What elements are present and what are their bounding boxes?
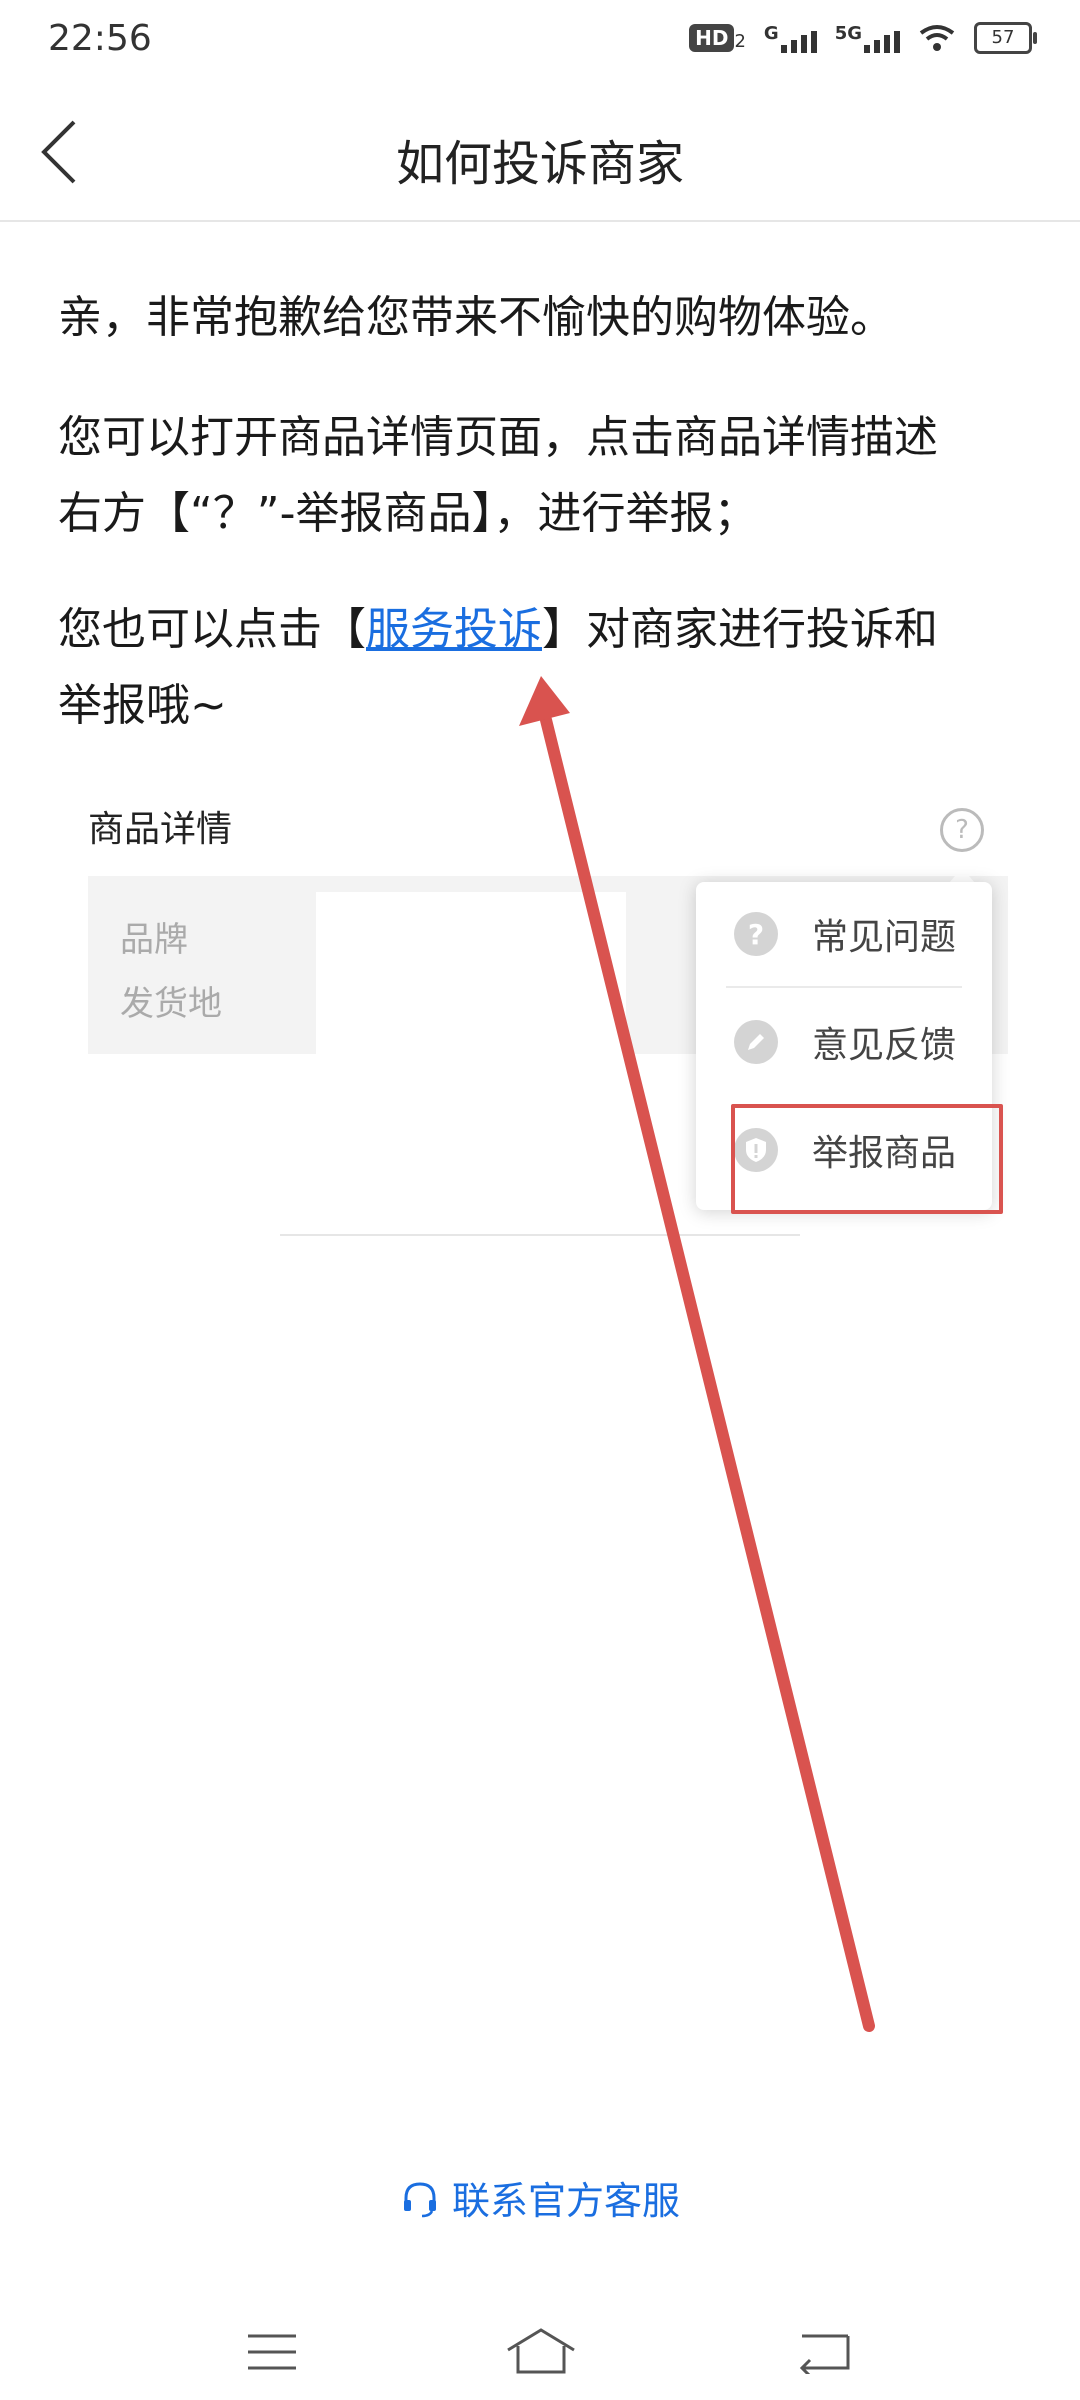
battery-icon: 57 — [974, 22, 1037, 54]
paragraph-line: 您可以打开商品详情页面，点击商品详情描述 — [58, 412, 938, 463]
hd-badge: HD 2 — [689, 24, 746, 52]
annotation-highlight-box — [731, 1104, 1003, 1214]
paragraph-apology: 亲，非常抱歉给您带来不愉快的购物体验。 — [58, 292, 894, 343]
illustration-placeholder — [316, 892, 626, 1062]
menu-item-label: 意见反馈 — [812, 1025, 957, 1066]
wifi-icon — [919, 25, 955, 51]
illustration-label-ship-from: 发货地 — [120, 984, 222, 1024]
home-icon[interactable] — [504, 2326, 578, 2376]
signal-2-label: 5G — [834, 23, 862, 44]
paragraph-line: 举报哦~ — [58, 680, 227, 731]
signal-bars-icon — [780, 23, 817, 53]
help-question-icon: ? — [940, 808, 984, 852]
signal-2: 5G — [835, 23, 900, 53]
contact-support-link[interactable]: 联系官方客服 — [0, 2170, 1080, 2227]
paragraph-service-complaint: 您也可以点击【服务投诉】对商家进行投诉和 举报哦~ — [58, 592, 1018, 744]
signal-1-label: G — [763, 23, 779, 44]
menu-item-feedback: 意见反馈 — [696, 990, 992, 1094]
text-prefix: 您也可以点击【 — [58, 604, 366, 655]
illustration-detail-title: 商品详情 — [88, 809, 233, 850]
page-title: 如何投诉商家 — [395, 136, 684, 192]
paragraph-report-instructions: 您可以打开商品详情页面，点击商品详情描述 右方【“？”-举报商品】，进行举报； — [58, 400, 1018, 552]
signal-bars-icon — [864, 23, 900, 53]
menu-item-faq: ? 常见问题 — [696, 882, 992, 986]
question-icon: ? — [734, 912, 778, 956]
header-divider — [0, 220, 1080, 222]
menu-item-label: 常见问题 — [812, 917, 957, 958]
menu-icon[interactable] — [244, 2330, 300, 2374]
status-icons: HD 2 G 5G 57 — [689, 22, 1037, 54]
hd-sub: 2 — [734, 31, 746, 52]
signal-1: G — [764, 23, 817, 53]
paragraph-line: 您也可以点击【服务投诉】对商家进行投诉和 — [58, 592, 1018, 668]
divider — [280, 1234, 800, 1236]
service-complaint-link[interactable]: 服务投诉 — [366, 604, 542, 655]
edit-icon — [734, 1020, 778, 1064]
contact-support-label: 联系官方客服 — [451, 2179, 680, 2223]
menu-divider — [726, 986, 962, 988]
hd-icon: HD — [689, 24, 735, 52]
paragraph-line: 右方【“？”-举报商品】，进行举报； — [58, 488, 758, 539]
status-time: 22:56 — [48, 18, 152, 59]
headset-icon — [403, 2181, 436, 2217]
text-suffix: 】对商家进行投诉和 — [542, 604, 938, 655]
back-nav-icon[interactable] — [796, 2330, 852, 2374]
system-nav-bar — [0, 2300, 1080, 2400]
illustration-label-brand: 品牌 — [120, 920, 188, 960]
